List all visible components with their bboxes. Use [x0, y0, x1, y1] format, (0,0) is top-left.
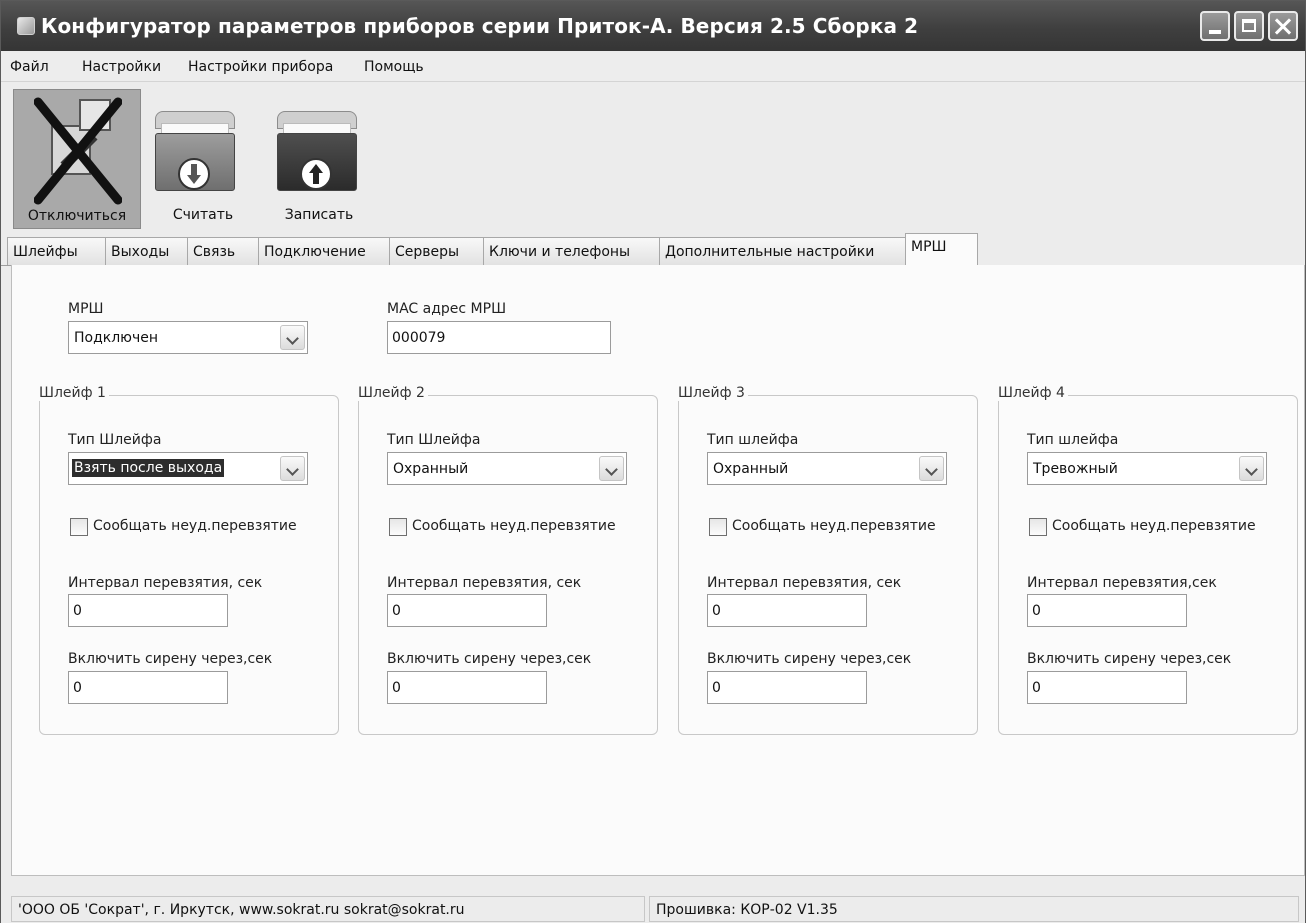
tab-keys-phones[interactable]: Ключи и телефоны: [483, 237, 660, 265]
loop-1-group: Шлейф 1 Тип Шлейфа Взять после выхода Со…: [36, 385, 339, 735]
mac-label: MAC адрес МРШ: [387, 301, 507, 317]
app-window: Конфигуратор параметров приборов серии П…: [0, 0, 1306, 923]
chevron-down-icon[interactable]: [599, 456, 624, 481]
status-firmware: Прошивка: КОР-02 V1.35: [649, 896, 1299, 922]
disconnect-icon: [34, 97, 122, 205]
mrsh-select[interactable]: Подключен: [68, 321, 308, 354]
loop-3-type-value: Охранный: [713, 461, 789, 477]
status-company: 'ООО ОБ 'Сократ', г. Иркутск, www.sokrat…: [11, 896, 645, 922]
maximize-button[interactable]: [1234, 11, 1264, 41]
tab-loops[interactable]: Шлейфы: [7, 237, 106, 265]
loop-3-group: Шлейф 3 Тип шлейфа Охранный Сообщать неу…: [675, 385, 978, 735]
disconnect-button[interactable]: Отключиться: [13, 89, 141, 229]
loop-3-siren-label: Включить сирену через,сек: [707, 651, 912, 667]
loop-1-siren-field[interactable]: 0: [68, 671, 228, 704]
read-button[interactable]: Считать: [147, 89, 259, 229]
tab-mrsh[interactable]: МРШ: [905, 233, 978, 266]
loop-4-siren-field[interactable]: 0: [1027, 671, 1187, 704]
chevron-down-icon[interactable]: [280, 456, 305, 481]
loop-2-siren-label: Включить сирену через,сек: [387, 651, 592, 667]
app-icon: [17, 17, 35, 35]
loop-2-group: Шлейф 2 Тип Шлейфа Охранный Сообщать неу…: [355, 385, 658, 735]
loop-2-interval-label: Интервал перевзятия, сек: [387, 575, 582, 591]
loop-1-report-checkbox[interactable]: [70, 518, 88, 536]
mrsh-tab-panel: МРШ Подключен MAC адрес МРШ 000079 Шлейф…: [11, 265, 1305, 876]
loop-1-title: Шлейф 1: [36, 385, 109, 401]
loop-4-title: Шлейф 4: [995, 385, 1068, 401]
loop-2-report-label: Сообщать неуд.перевзятие: [412, 518, 616, 534]
loop-type-label: Тип шлейфа: [707, 432, 799, 448]
loop-type-label: Тип Шлейфа: [68, 432, 162, 448]
loop-4-type-select[interactable]: Тревожный: [1027, 452, 1267, 485]
loop-3-title: Шлейф 3: [675, 385, 748, 401]
tab-servers[interactable]: Серверы: [389, 237, 484, 265]
loop-2-siren-field[interactable]: 0: [387, 671, 547, 704]
loop-4-interval-field[interactable]: 0: [1027, 594, 1187, 627]
menu-device-settings[interactable]: Настройки прибора: [188, 59, 333, 75]
loop-2-interval-field[interactable]: 0: [387, 594, 547, 627]
tab-connection[interactable]: Связь: [187, 237, 259, 265]
status-bar: 'ООО ОБ 'Сократ', г. Иркутск, www.sokrat…: [1, 877, 1305, 923]
loop-1-report-label: Сообщать неуд.перевзятие: [93, 518, 297, 534]
title-bar[interactable]: Конфигуратор параметров приборов серии П…: [1, 1, 1305, 51]
loop-3-report-label: Сообщать неуд.перевзятие: [732, 518, 936, 534]
loop-4-report-label: Сообщать неуд.перевзятие: [1052, 518, 1256, 534]
loop-1-type-value: Взять после выхода: [72, 459, 225, 477]
loop-2-title: Шлейф 2: [355, 385, 428, 401]
loop-4-report-checkbox[interactable]: [1029, 518, 1047, 536]
minimize-button[interactable]: [1200, 11, 1230, 41]
loop-type-label: Тип Шлейфа: [387, 432, 481, 448]
loop-2-report-checkbox[interactable]: [389, 518, 407, 536]
loop-3-type-select[interactable]: Охранный: [707, 452, 947, 485]
chevron-down-icon[interactable]: [1239, 456, 1264, 481]
disconnect-label: Отключиться: [27, 208, 127, 224]
loop-4-siren-label: Включить сирену через,сек: [1027, 651, 1232, 667]
loop-1-type-select[interactable]: Взять после выхода: [68, 452, 308, 485]
loop-1-siren-label: Включить сирену через,сек: [68, 651, 273, 667]
chevron-down-icon[interactable]: [919, 456, 944, 481]
loop-4-type-value: Тревожный: [1033, 461, 1118, 477]
loop-3-siren-field[interactable]: 0: [707, 671, 867, 704]
tab-strip: Шлейфы Выходы Связь Подключение Серверы …: [1, 233, 1305, 266]
tab-attachment[interactable]: Подключение: [258, 237, 390, 265]
menu-help[interactable]: Помощь: [364, 59, 424, 75]
loop-1-interval-label: Интервал перевзятия, сек: [68, 575, 263, 591]
mrsh-select-value: Подключен: [74, 330, 158, 346]
window-title: Конфигуратор параметров приборов серии П…: [41, 14, 919, 38]
loop-2-type-value: Охранный: [393, 461, 469, 477]
tab-outputs[interactable]: Выходы: [105, 237, 188, 265]
loop-2-type-select[interactable]: Охранный: [387, 452, 627, 485]
loop-3-interval-label: Интервал перевзятия, сек: [707, 575, 902, 591]
menu-file[interactable]: Файл: [10, 59, 49, 75]
write-label: Записать: [284, 207, 354, 223]
loop-3-interval-field[interactable]: 0: [707, 594, 867, 627]
write-button[interactable]: Записать: [263, 89, 375, 229]
loop-3-report-checkbox[interactable]: [709, 518, 727, 536]
loop-4-interval-label: Интервал перевзятия,сек: [1027, 575, 1217, 591]
loop-type-label: Тип шлейфа: [1027, 432, 1119, 448]
chevron-down-icon[interactable]: [280, 325, 305, 350]
read-label: Считать: [172, 207, 234, 223]
menu-settings[interactable]: Настройки: [82, 59, 161, 75]
tab-additional-settings[interactable]: Дополнительные настройки: [659, 237, 906, 265]
loop-4-group: Шлейф 4 Тип шлейфа Тревожный Сообщать не…: [995, 385, 1298, 735]
mrsh-label: МРШ: [68, 301, 104, 317]
toolbar: Отключиться Считать Записать: [1, 83, 1305, 233]
menu-bar: Файл Настройки Настройки прибора Помощь: [1, 53, 1305, 82]
mac-field[interactable]: 000079: [387, 321, 611, 354]
close-button[interactable]: [1268, 11, 1298, 41]
loop-1-interval-field[interactable]: 0: [68, 594, 228, 627]
